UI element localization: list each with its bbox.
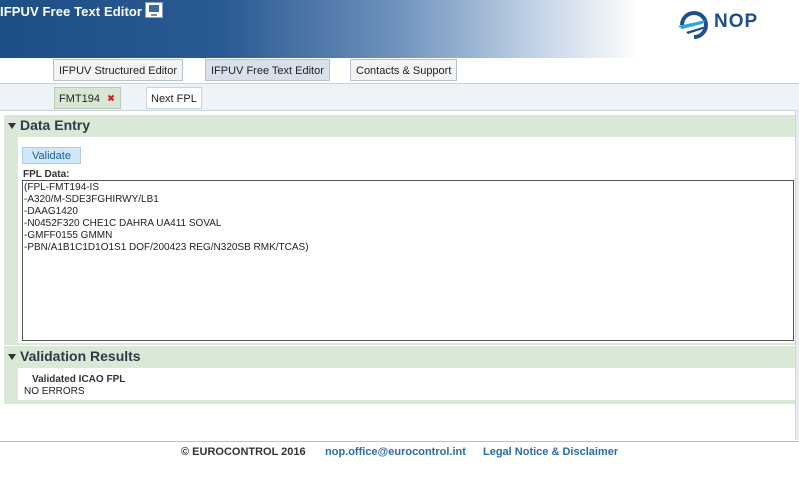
footer-copyright: © EUROCONTROL 2016 [181, 446, 306, 458]
footer-email-link[interactable]: nop.office@eurocontrol.int [325, 446, 466, 458]
fpl-tab-label: FMT194 [59, 93, 100, 105]
fpl-line: -A320/M-SDE3FGHIRWY/LB1 [24, 194, 159, 205]
app-title: IFPUV Free Text Editor [0, 4, 143, 19]
app-header: IFPUV Free Text Editor NOP [0, 0, 799, 58]
fpl-tab-fmt194[interactable]: FMT194 [54, 87, 121, 109]
validation-header[interactable]: Validation Results [4, 346, 795, 368]
logo-text: NOP [714, 11, 759, 32]
collapse-triangle-icon[interactable] [8, 123, 16, 129]
fpl-tab-bar: FMT194 Next FPL [0, 84, 799, 111]
fpl-line: -DAAG1420 [24, 206, 78, 217]
footer-divider [0, 441, 799, 442]
collapse-triangle-icon[interactable] [8, 354, 16, 360]
data-entry-body: Validate FPL Data: (FPL-FMT194-IS -A320/… [18, 137, 795, 343]
validate-button[interactable]: Validate [22, 147, 81, 164]
fpl-data-label: FPL Data: [23, 169, 70, 180]
monitor-icon[interactable] [145, 2, 163, 18]
tab-free-text-editor[interactable]: IFPUV Free Text Editor [205, 59, 330, 81]
fpl-line: -N0452F320 CHE1C DAHRA UA411 SOVAL [24, 218, 222, 229]
validation-body: Validated ICAO FPL NO ERRORS [18, 368, 795, 400]
data-entry-panel: Data Entry Validate FPL Data: (FPL-FMT19… [4, 115, 795, 345]
page-scrollbar[interactable] [795, 110, 799, 440]
data-entry-title: Data Entry [20, 117, 91, 133]
main-nav: IFPUV Structured Editor IFPUV Free Text … [0, 58, 799, 84]
validation-panel: Validation Results Validated ICAO FPL NO… [4, 346, 795, 404]
tab-structured-editor[interactable]: IFPUV Structured Editor [53, 59, 183, 81]
fpl-tab-next[interactable]: Next FPL [146, 87, 202, 109]
tab-contacts-support[interactable]: Contacts & Support [350, 59, 458, 81]
nop-logo-icon [678, 11, 708, 39]
validation-title: Validation Results [20, 348, 141, 364]
fpl-text-area[interactable]: (FPL-FMT194-IS -A320/M-SDE3FGHIRWY/LB1 -… [22, 180, 794, 341]
fpl-line: (FPL-FMT194-IS [24, 182, 100, 193]
footer-legal-link[interactable]: Legal Notice & Disclaimer [483, 446, 618, 458]
close-icon[interactable] [106, 93, 116, 103]
nop-logo: NOP [676, 8, 786, 44]
validation-status: NO ERRORS [24, 386, 85, 397]
fpl-line: -GMFF0155 GMMN [24, 230, 113, 241]
validated-icao-fpl-label: Validated ICAO FPL [32, 374, 126, 385]
data-entry-header[interactable]: Data Entry [4, 115, 795, 137]
fpl-line: -PBN/A1B1C1D1O1S1 DOF/200423 REG/N320SB … [24, 242, 309, 253]
